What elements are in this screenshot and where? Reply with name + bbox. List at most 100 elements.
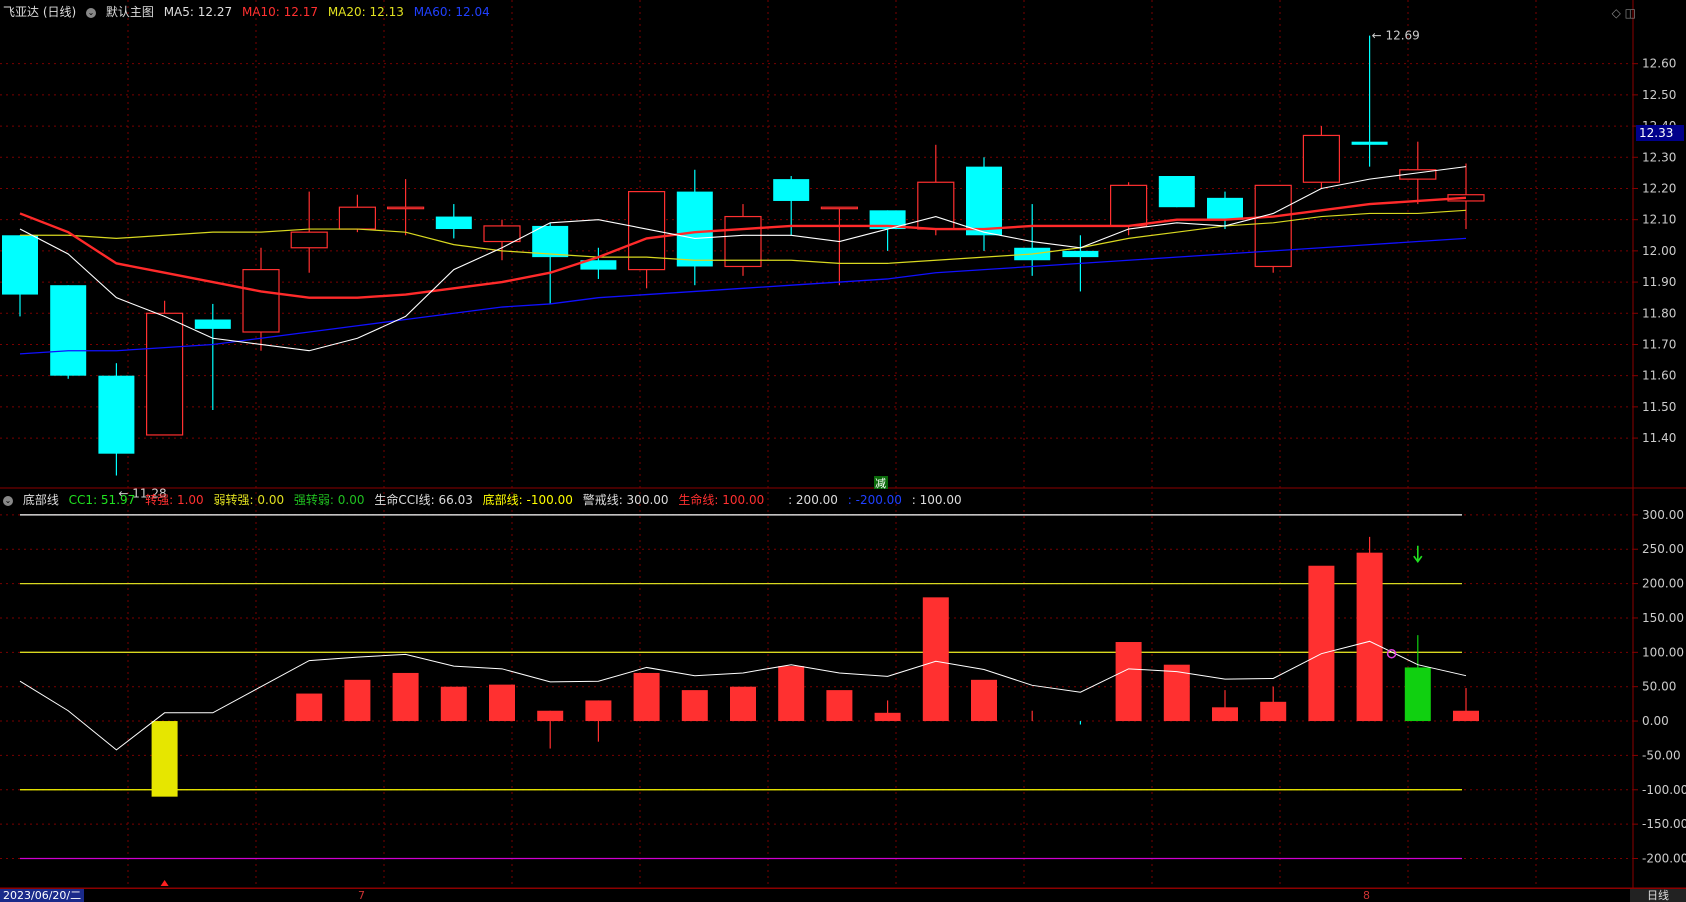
indicator-bar-body bbox=[874, 712, 901, 722]
candle-body bbox=[242, 269, 280, 333]
sub-tick-label-10: -200.00 bbox=[1642, 852, 1686, 866]
candle-body bbox=[1062, 250, 1099, 258]
qiangzhuanruo-label: 强转弱: 0.00 bbox=[293, 493, 365, 507]
indicator-header: ⌄ 底部线 CC1: 51.97 转强: 1.00 弱转强: 0.00 强转弱:… bbox=[3, 491, 968, 509]
candle-body bbox=[966, 166, 1002, 236]
candle-19 bbox=[917, 144, 955, 236]
indicator-bar-7 bbox=[344, 679, 371, 722]
reduce-marker-label: 减 bbox=[875, 477, 886, 490]
candle-body bbox=[1351, 141, 1388, 145]
candle-9 bbox=[435, 204, 472, 239]
candle-25 bbox=[1207, 191, 1243, 230]
indicator-bar-body bbox=[922, 597, 949, 722]
candle-15 bbox=[724, 204, 762, 276]
diamond-icon[interactable]: ◇ bbox=[1612, 6, 1621, 20]
indicator-bar-body bbox=[1115, 642, 1142, 722]
candle-body bbox=[146, 312, 184, 436]
candle-10 bbox=[483, 219, 521, 261]
v100-label: : 100.00 bbox=[911, 493, 962, 507]
ma5-label: MA5: 12.27 bbox=[163, 5, 233, 19]
candle-26 bbox=[1254, 184, 1292, 273]
main-tick-label-0: 12.60 bbox=[1642, 57, 1676, 71]
candle-13 bbox=[627, 191, 666, 289]
indicator-name[interactable]: 底部线 bbox=[23, 493, 59, 507]
indicator-bar-body bbox=[681, 690, 708, 722]
window-controls: ◇ ◫ bbox=[1612, 6, 1636, 20]
main-tick-label-11: 11.50 bbox=[1642, 400, 1676, 414]
panel-toggle-icon[interactable]: ◫ bbox=[1625, 6, 1636, 20]
warning-line-label: 警戒线: 300.00 bbox=[582, 493, 669, 507]
candle-5 bbox=[242, 247, 280, 351]
sub-tick-label-7: -50.00 bbox=[1642, 748, 1681, 762]
candle-28 bbox=[1351, 35, 1388, 167]
main-tick-label-7: 11.90 bbox=[1642, 275, 1676, 289]
indicator-bar-body bbox=[730, 686, 756, 722]
cursor-date: 2023/06/20/二 bbox=[0, 889, 85, 902]
indicator-bar-body bbox=[440, 686, 467, 722]
life-cci-label: 生命CCI线: 66.03 bbox=[374, 493, 473, 507]
main-tick-label-1: 12.50 bbox=[1642, 88, 1676, 102]
indicator-bar-11 bbox=[537, 710, 564, 749]
current-price-tag: 12.33 bbox=[1636, 125, 1684, 141]
candle-body bbox=[1158, 176, 1195, 208]
candle-7 bbox=[338, 194, 376, 233]
candle-body bbox=[1254, 184, 1292, 268]
month-label-8: 8 bbox=[1363, 889, 1370, 902]
v200-label: : 200.00 bbox=[788, 493, 838, 507]
main-tick-label-4: 12.20 bbox=[1642, 181, 1676, 195]
sub-tick-label-3: 150.00 bbox=[1642, 611, 1684, 625]
indicator-bar-body bbox=[1404, 667, 1431, 722]
dropdown-icon[interactable]: ⌄ bbox=[3, 495, 13, 506]
candle-24 bbox=[1158, 176, 1195, 208]
main-tick-label-5: 12.10 bbox=[1642, 213, 1676, 227]
dropdown-icon[interactable]: ⌄ bbox=[86, 7, 97, 18]
indicator-bar-18 bbox=[874, 700, 901, 722]
template-name[interactable]: 默认主图 bbox=[106, 5, 154, 19]
indicator-bar-body bbox=[1308, 565, 1335, 722]
candle-body bbox=[435, 216, 472, 230]
stock-name[interactable]: 飞亚达 (日线) bbox=[3, 5, 76, 19]
main-tick-label-3: 12.30 bbox=[1642, 150, 1676, 164]
candle-2 bbox=[98, 363, 135, 476]
indicator-bar-body bbox=[537, 710, 564, 722]
sub-tick-label-2: 200.00 bbox=[1642, 577, 1684, 591]
candle-0 bbox=[2, 235, 38, 317]
indicator-bar-27 bbox=[1308, 565, 1335, 722]
candle-body bbox=[820, 206, 859, 210]
indicator-bar-26 bbox=[1260, 686, 1287, 722]
life-line-label: 生命线: 100.00 bbox=[678, 493, 765, 507]
zhuanqiang-label: 转强: 1.00 bbox=[145, 493, 204, 507]
candle-body bbox=[2, 235, 38, 295]
indicator-bar-body bbox=[971, 679, 997, 722]
indicator-bar-body bbox=[1212, 707, 1238, 722]
kline-chart[interactable]: 12.6012.5012.4012.3012.2012.1012.0011.90… bbox=[0, 0, 1686, 901]
bottom-line-label: 底部线: -100.00 bbox=[482, 493, 573, 507]
indicator-bar-body bbox=[296, 693, 323, 722]
main-tick-label-9: 11.70 bbox=[1642, 337, 1676, 351]
indicator-bar-16 bbox=[778, 666, 805, 722]
indicator-bar-20 bbox=[971, 679, 997, 722]
main-tick-label-8: 11.80 bbox=[1642, 306, 1676, 320]
indicator-bar-14 bbox=[681, 690, 708, 722]
indicator-bar-10 bbox=[489, 684, 515, 722]
candle-body bbox=[1207, 197, 1243, 220]
candle-1 bbox=[50, 285, 87, 379]
indicator-bar-17 bbox=[826, 690, 853, 722]
month-label-7: 7 bbox=[358, 889, 365, 902]
time-axis: 2023/06/20/二 7 8 日线 bbox=[0, 888, 1686, 902]
candle-4 bbox=[194, 303, 231, 410]
sub-tick-label-0: 300.00 bbox=[1642, 508, 1684, 522]
indicator-bar-30 bbox=[1453, 688, 1479, 722]
main-tick-label-12: 11.40 bbox=[1642, 431, 1676, 445]
candle-body bbox=[387, 206, 425, 210]
candle-body bbox=[50, 285, 87, 376]
ma10-label: MA10: 12.17 bbox=[241, 5, 318, 19]
period-button[interactable]: 日线 bbox=[1630, 889, 1686, 902]
candle-11 bbox=[532, 222, 569, 304]
indicator-bar-body bbox=[151, 721, 178, 797]
main-tick-label-10: 11.60 bbox=[1642, 369, 1676, 383]
candle-body bbox=[676, 191, 713, 267]
indicator-bar-25 bbox=[1212, 690, 1238, 722]
candle-body bbox=[290, 231, 328, 249]
candle-body bbox=[1109, 184, 1148, 227]
